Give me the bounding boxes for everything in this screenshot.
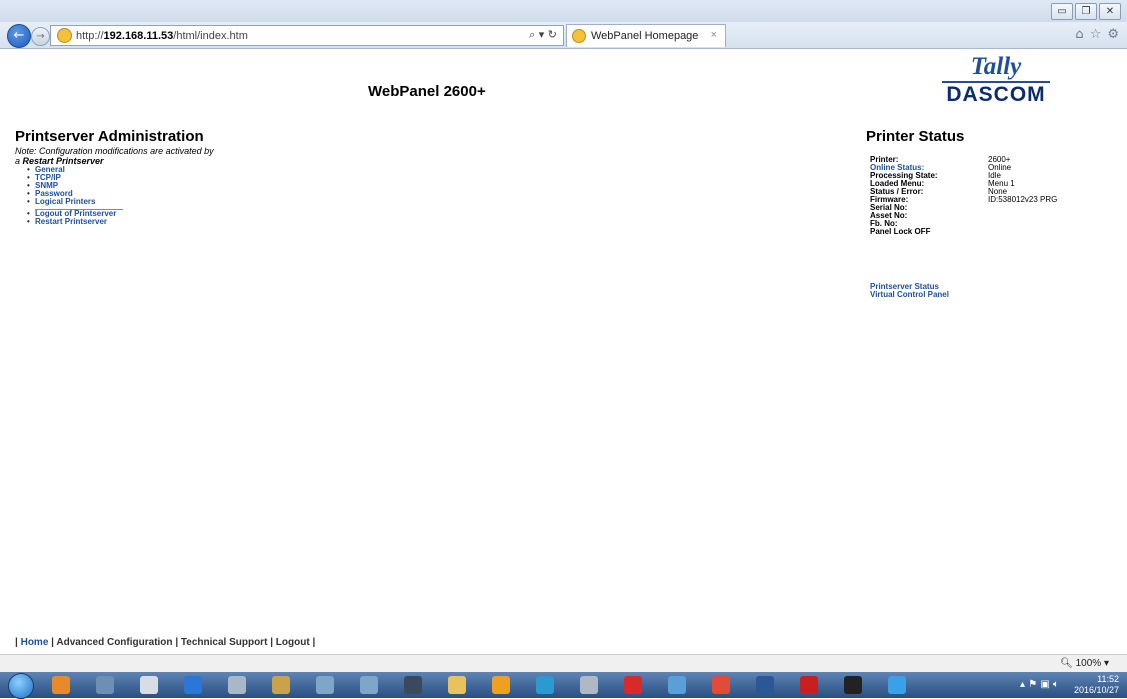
chevron-down-icon: ▾ — [1103, 658, 1109, 669]
status-row: Panel Lock OFF — [870, 228, 1080, 236]
admin-heading: Printserver Administration — [15, 128, 204, 145]
clock[interactable]: 11:52 2016/10/27 — [1074, 674, 1119, 696]
status-heading: Printer Status — [866, 128, 965, 145]
app-icon[interactable] — [272, 676, 290, 694]
ie-page-icon — [57, 28, 72, 43]
footer-link-logout[interactable]: Logout — [276, 637, 310, 648]
browser-navbar: ← → http://192.168.11.53/html/index.htm … — [0, 22, 1127, 49]
forward-button[interactable]: → — [31, 27, 50, 46]
calculator-icon[interactable] — [228, 676, 246, 694]
status-table: Printer: 2600+ Online Status: Online Proce… — [870, 156, 1080, 236]
zoom-level: 100% — [1075, 658, 1102, 669]
restore-button[interactable]: ❐ — [1075, 3, 1097, 20]
search-app-icon[interactable] — [580, 676, 598, 694]
address-url: http://192.168.11.53/html/index.htm — [76, 29, 248, 42]
admin-menu: General TCP/IP SNMP Password Logical Pri… — [15, 166, 255, 207]
firefox-icon[interactable] — [52, 676, 70, 694]
network-icon[interactable] — [184, 676, 202, 694]
terminal-icon[interactable] — [844, 676, 862, 694]
logo-dascom-text: DASCOM — [942, 81, 1050, 107]
clock-date: 2016/10/27 — [1073, 685, 1119, 695]
status-links: Printserver Status Virtual Control Panel — [870, 283, 949, 299]
page-title: WebPanel 2600+ — [368, 83, 486, 100]
tab-close-icon[interactable]: × — [711, 29, 717, 41]
gear-icon[interactable]: ⚙ — [1107, 27, 1119, 42]
tally-dascom-logo: Tally DASCOM — [926, 53, 1066, 113]
tab-title: WebPanel Homepage — [591, 30, 699, 42]
clock-time: 11:52 — [1097, 674, 1119, 684]
internet-explorer-icon[interactable] — [888, 676, 906, 694]
window-titlebar: ▭ ❐ ✕ — [0, 0, 1127, 22]
footer-link-home[interactable]: Home — [21, 637, 49, 648]
gear-app-2-icon[interactable] — [360, 676, 378, 694]
back-button[interactable]: ← — [7, 24, 31, 48]
status-row: Asset No: — [870, 212, 1080, 220]
word-icon[interactable] — [756, 676, 774, 694]
menu-link-restart-printserver[interactable]: Restart Printserver — [15, 218, 255, 227]
footer-link-advanced[interactable]: Advanced Configuration — [56, 637, 172, 648]
window-controls: ▭ ❐ ✕ — [1051, 3, 1121, 20]
paint-icon[interactable] — [668, 676, 686, 694]
logo-tally-text: Tally — [970, 53, 1022, 80]
home-icon[interactable]: ⌂ — [1075, 27, 1083, 42]
status-value: ID:538012v23 PRG — [988, 195, 1058, 204]
menu-link-logical-printers[interactable]: Logical Printers — [15, 198, 255, 207]
tray-icons[interactable]: ▴ ⚑ ▣ 🔈︎ — [1020, 679, 1059, 690]
tool-icon[interactable] — [404, 676, 422, 694]
windows-taskbar: ▴ ⚑ ▣ 🔈︎ 11:52 2016/10/27 — [0, 672, 1127, 699]
tab-favicon-icon — [572, 29, 586, 43]
footer-link-support[interactable]: Technical Support — [181, 637, 268, 648]
start-button[interactable] — [8, 673, 34, 699]
browser-tab[interactable]: WebPanel Homepage × — [566, 24, 726, 47]
building-icon[interactable] — [140, 676, 158, 694]
admin-actions-menu: Logout of Printserver Restart Printserve… — [15, 210, 255, 227]
gear-app-icon[interactable] — [316, 676, 334, 694]
media-icon[interactable] — [492, 676, 510, 694]
printer-status-section: Printer Status Printer: 2600+ Online Stat… — [866, 128, 1057, 299]
folder-icon[interactable] — [448, 676, 466, 694]
browser-toolbar-icons: ⌂ ☆ ⚙ — [1075, 27, 1119, 42]
browser-statusbar: 🔍︎ 100% ▾ — [0, 654, 1127, 673]
search-refresh-icons[interactable]: ⌕ ▾ ↻ — [529, 28, 557, 42]
close-window-button[interactable]: ✕ — [1099, 3, 1121, 20]
zoom-icon: 🔍︎ — [1060, 658, 1073, 669]
admin-section: Printserver Administration Note: Configu… — [15, 128, 255, 226]
admin-note: Note: Configuration modifications are ac… — [15, 146, 214, 166]
heart-app-icon[interactable] — [712, 676, 730, 694]
status-label: Panel Lock OFF — [870, 227, 931, 236]
virtual-control-panel-link[interactable]: Virtual Control Panel — [870, 291, 949, 299]
pdf-icon[interactable] — [800, 676, 818, 694]
file-manager-icon[interactable] — [96, 676, 114, 694]
address-bar[interactable]: http://192.168.11.53/html/index.htm ⌕ ▾ … — [50, 25, 564, 46]
favorites-star-icon[interactable]: ☆ — [1090, 27, 1102, 42]
page-content: WebPanel 2600+ Tally DASCOM Printserver … — [0, 49, 1127, 654]
g-app-icon[interactable] — [624, 676, 642, 694]
minimize-button[interactable]: ▭ — [1051, 3, 1073, 20]
footer-nav: | Home | Advanced Configuration | Techni… — [15, 637, 316, 648]
box-icon[interactable] — [536, 676, 554, 694]
zoom-control[interactable]: 🔍︎ 100% ▾ — [1060, 658, 1109, 669]
